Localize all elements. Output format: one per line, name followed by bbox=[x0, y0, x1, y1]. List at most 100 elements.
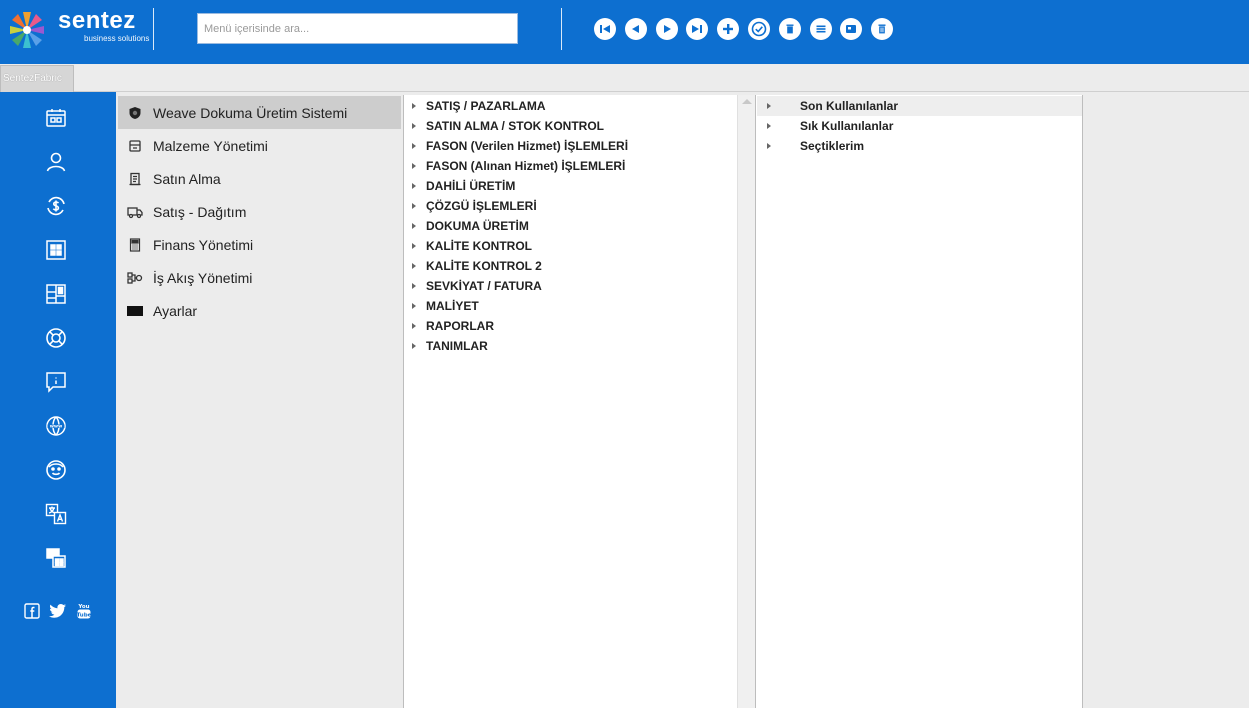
rail-info[interactable] bbox=[42, 368, 70, 396]
tree-node-label: KALİTE KONTROL bbox=[426, 239, 532, 253]
rail-translate[interactable] bbox=[42, 500, 70, 528]
module-purchasing[interactable]: Satın Alma bbox=[118, 162, 401, 195]
last-icon bbox=[692, 25, 703, 33]
module-materials[interactable]: Malzeme Yönetimi bbox=[118, 129, 401, 162]
tree-node[interactable]: SATIN ALMA / STOK KONTROL bbox=[412, 116, 604, 136]
social-links: You Tube bbox=[22, 601, 94, 621]
info-message-icon bbox=[46, 372, 66, 393]
previous-icon bbox=[631, 25, 639, 33]
next-record-button[interactable] bbox=[655, 18, 678, 40]
tree-node-label: FASON (Verilen Hizmet) İŞLEMLERİ bbox=[426, 139, 629, 153]
app-header: sentez business solutions bbox=[0, 0, 1249, 64]
facebook-link[interactable] bbox=[22, 601, 42, 621]
tree-node-label: DOKUMA ÜRETİM bbox=[426, 219, 529, 233]
expand-arrow-icon bbox=[412, 143, 416, 149]
calculator-icon bbox=[126, 236, 144, 254]
tab-strip: SentezFabric bbox=[0, 64, 1249, 92]
favorites-panel: Son Kullanılanlar Sık Kullanılanlar Seçt… bbox=[755, 95, 1083, 708]
tree-node[interactable]: KALİTE KONTROL 2 bbox=[412, 256, 542, 276]
rail-user[interactable] bbox=[42, 148, 70, 176]
expand-arrow-icon bbox=[412, 183, 416, 189]
tree-node[interactable]: TANIMLAR bbox=[412, 336, 488, 356]
expand-arrow-icon bbox=[412, 263, 416, 269]
rail-layout[interactable] bbox=[42, 544, 70, 572]
translate-icon bbox=[45, 503, 67, 525]
tree-node-label: SATIŞ / PAZARLAMA bbox=[426, 99, 546, 113]
face-icon bbox=[46, 460, 66, 480]
dashboard-icon bbox=[46, 284, 66, 304]
tree-node[interactable]: FASON (Alınan Hizmet) İŞLEMLERİ bbox=[412, 156, 625, 176]
rail-web[interactable]: www bbox=[42, 412, 70, 440]
first-record-button[interactable] bbox=[594, 18, 616, 40]
tree-node-label: RAPORLAR bbox=[426, 319, 494, 333]
module-settings[interactable]: Ayarlar bbox=[118, 294, 401, 327]
youtube-icon: You Tube bbox=[77, 604, 92, 619]
tree-node[interactable]: MALİYET bbox=[412, 296, 479, 316]
tree-node[interactable]: KALİTE KONTROL bbox=[412, 236, 532, 256]
favorites-selected[interactable]: Seçtiklerim bbox=[757, 136, 1082, 156]
next-icon bbox=[663, 25, 671, 33]
rail-grid[interactable] bbox=[42, 236, 70, 264]
favorites-frequent[interactable]: Sık Kullanılanlar bbox=[757, 116, 1082, 136]
previous-record-button[interactable] bbox=[624, 18, 647, 40]
tree-node[interactable]: SATIŞ / PAZARLAMA bbox=[412, 96, 546, 116]
svg-text:www: www bbox=[50, 425, 62, 430]
expand-arrow-icon bbox=[767, 143, 771, 149]
scroll-up-arrow-icon[interactable] bbox=[742, 99, 752, 104]
tree-node[interactable]: FASON (Verilen Hizmet) İŞLEMLERİ bbox=[412, 136, 628, 156]
twitter-link[interactable] bbox=[48, 601, 68, 621]
module-label: Satış - Dağıtım bbox=[153, 203, 247, 220]
sentez-logo-icon bbox=[10, 12, 44, 48]
module-workflow[interactable]: İş Akış Yönetimi bbox=[118, 261, 401, 294]
approve-button[interactable] bbox=[747, 18, 770, 40]
expand-arrow-icon bbox=[412, 343, 416, 349]
tree-node[interactable]: SEVKİYAT / FATURA bbox=[412, 276, 542, 296]
twitter-icon bbox=[49, 604, 66, 618]
expand-arrow-icon bbox=[412, 323, 416, 329]
add-icon bbox=[723, 24, 734, 34]
module-label: Finans Yönetimi bbox=[153, 236, 254, 253]
add-record-button[interactable] bbox=[717, 18, 740, 40]
left-rail: www You Tube bbox=[0, 92, 116, 708]
trash-button[interactable] bbox=[871, 18, 894, 40]
rail-calendar[interactable] bbox=[42, 104, 70, 132]
tree-node[interactable]: DAHİLİ ÜRETİM bbox=[412, 176, 515, 196]
module-weave[interactable]: Weave Dokuma Üretim Sistemi bbox=[118, 96, 401, 129]
tree-node[interactable]: ÇÖZGÜ İŞLEMLERİ bbox=[412, 196, 537, 216]
expand-arrow-icon bbox=[412, 303, 416, 309]
last-record-button[interactable] bbox=[686, 18, 709, 40]
approve-icon bbox=[751, 21, 767, 37]
empty-area bbox=[1083, 95, 1249, 708]
tree-node[interactable]: RAPORLAR bbox=[412, 316, 494, 336]
menu-search-input[interactable] bbox=[197, 13, 518, 44]
rail-currency[interactable] bbox=[42, 192, 70, 220]
menu-tree: SATIŞ / PAZARLAMA SATIN ALMA / STOK KONT… bbox=[403, 95, 737, 708]
favorites-recent[interactable]: Son Kullanılanlar bbox=[757, 96, 1082, 116]
expand-arrow-icon bbox=[767, 103, 771, 109]
expand-arrow-icon bbox=[412, 223, 416, 229]
tree-node-label: KALİTE KONTROL 2 bbox=[426, 259, 542, 273]
tree-node[interactable]: DOKUMA ÜRETİM bbox=[412, 216, 529, 236]
rail-dashboard[interactable] bbox=[42, 280, 70, 308]
delete-record-button[interactable] bbox=[778, 18, 801, 40]
tab-sentezfabric[interactable]: SentezFabric bbox=[0, 65, 74, 92]
tree-scrollbar[interactable] bbox=[737, 95, 755, 708]
youtube-link[interactable]: You Tube bbox=[74, 601, 94, 621]
svg-text:You: You bbox=[77, 604, 89, 610]
tree-node-label: ÇÖZGÜ İŞLEMLERİ bbox=[426, 199, 537, 213]
module-finance[interactable]: Finans Yönetimi bbox=[118, 228, 401, 261]
expand-arrow-icon bbox=[412, 123, 416, 129]
record-toolbar bbox=[594, 18, 894, 40]
tree-node-label: SEVKİYAT / FATURA bbox=[426, 279, 542, 293]
rail-face[interactable] bbox=[42, 456, 70, 484]
expand-arrow-icon bbox=[412, 103, 416, 109]
rail-support[interactable] bbox=[42, 324, 70, 352]
module-label: Ayarlar bbox=[153, 302, 198, 319]
module-sales[interactable]: Satış - Dağıtım bbox=[118, 195, 401, 228]
list-button[interactable] bbox=[809, 18, 832, 40]
expand-arrow-icon bbox=[412, 243, 416, 249]
support-icon bbox=[46, 328, 66, 348]
trash-icon bbox=[878, 24, 886, 34]
module-panel: Weave Dokuma Üretim Sistemi Malzeme Yöne… bbox=[116, 92, 403, 708]
save-button[interactable] bbox=[840, 18, 863, 40]
